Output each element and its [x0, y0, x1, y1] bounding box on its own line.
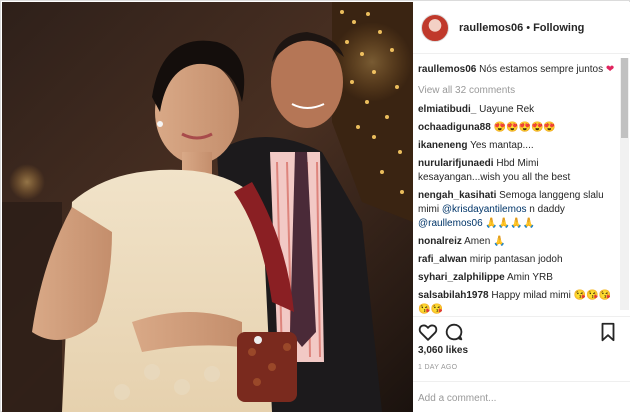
author-username[interactable]: raullemos06	[459, 22, 523, 34]
comment-username[interactable]: salsabilah1978	[418, 290, 489, 301]
comment-username[interactable]: nengah_kasihati	[418, 190, 496, 201]
bookmark-icon[interactable]	[597, 321, 619, 343]
comment-item: ikaneneng Yes mantap....	[418, 139, 618, 153]
caption: raullemos06 Nós estamos sempre juntos ❤	[418, 63, 618, 77]
post-header: raullemos06 • Following	[413, 2, 630, 54]
post-photo[interactable]	[2, 2, 413, 412]
comment-emoji: 🙏🙏🙏🙏	[485, 218, 536, 229]
comment-text: Uayune Rek	[479, 104, 535, 115]
comment-text: Amin YRB	[506, 272, 553, 283]
comment-input[interactable]	[418, 384, 618, 412]
heart-emoji: ❤	[605, 64, 615, 75]
caption-username[interactable]: raullemos06	[418, 64, 476, 75]
instagram-post-modal: raullemos06 • Following raullemos06 Nós …	[0, 0, 630, 412]
header-separator: •	[526, 21, 531, 34]
comment-item: nurularifjunaedi Hbd Mimi kesayangan...w…	[418, 157, 618, 185]
comment-username[interactable]: ikaneneng	[418, 140, 467, 151]
comment-bubble-icon[interactable]	[443, 321, 465, 343]
comment-item: elmiatibudi_ Uayune Rek	[418, 103, 618, 117]
comments-list: raullemos06 Nós estamos sempre juntos ❤ …	[413, 56, 618, 316]
comment-text: Amen 🙏	[464, 236, 506, 247]
comment-username[interactable]: elmiatibudi_	[418, 104, 476, 115]
following-button[interactable]: Following	[533, 22, 584, 34]
caption-text: Nós estamos sempre juntos	[479, 64, 604, 75]
comment-text-mid: n daddy	[529, 204, 565, 215]
comment-item: syhari_zalphilippe Amin YRB	[418, 271, 618, 285]
likes-count[interactable]: 3,060 likes	[418, 345, 468, 356]
comment-text: 😍😍😍😍😍	[493, 122, 556, 133]
mention-link[interactable]: @krisdayantilemos	[442, 204, 527, 215]
couple-photo-illustration	[2, 2, 413, 412]
comment-item: nonalreiz Amen 🙏	[418, 235, 618, 249]
author-avatar[interactable]	[421, 13, 449, 42]
add-comment-bar	[413, 381, 630, 413]
comment-username[interactable]: nonalreiz	[418, 236, 462, 247]
comment-username[interactable]: syhari_zalphilippe	[418, 272, 505, 283]
comment-item: nengah_kasihati Semoga langgeng slalu mi…	[418, 189, 618, 231]
comment-username[interactable]: rafi_alwan	[418, 254, 467, 265]
comment-text: mirip pantasan jodoh	[469, 254, 563, 265]
view-all-comments-link[interactable]: View all 32 comments	[418, 84, 618, 98]
scrollbar-thumb[interactable]	[621, 58, 628, 138]
mention-link[interactable]: @raullemos06	[418, 218, 483, 229]
comment-username[interactable]: nurularifjunaedi	[418, 158, 494, 169]
comment-text: Yes mantap....	[470, 140, 534, 151]
comment-username[interactable]: ochaadiguna88	[418, 122, 491, 133]
post-actions: 3,060 likes 1 DAY AGO	[413, 316, 630, 412]
comments-scrollbar[interactable]	[620, 58, 629, 310]
action-icons	[417, 321, 622, 345]
comment-item: salsabilah1978 Happy milad mimi 😘😘😘😘😘	[418, 289, 618, 316]
heart-icon[interactable]	[417, 321, 439, 343]
post-timestamp[interactable]: 1 DAY AGO	[418, 364, 457, 371]
comment-item: rafi_alwan mirip pantasan jodoh	[418, 253, 618, 267]
post-side-panel: raullemos06 • Following raullemos06 Nós …	[413, 2, 630, 412]
comment-item: ochaadiguna88 😍😍😍😍😍	[418, 121, 618, 135]
